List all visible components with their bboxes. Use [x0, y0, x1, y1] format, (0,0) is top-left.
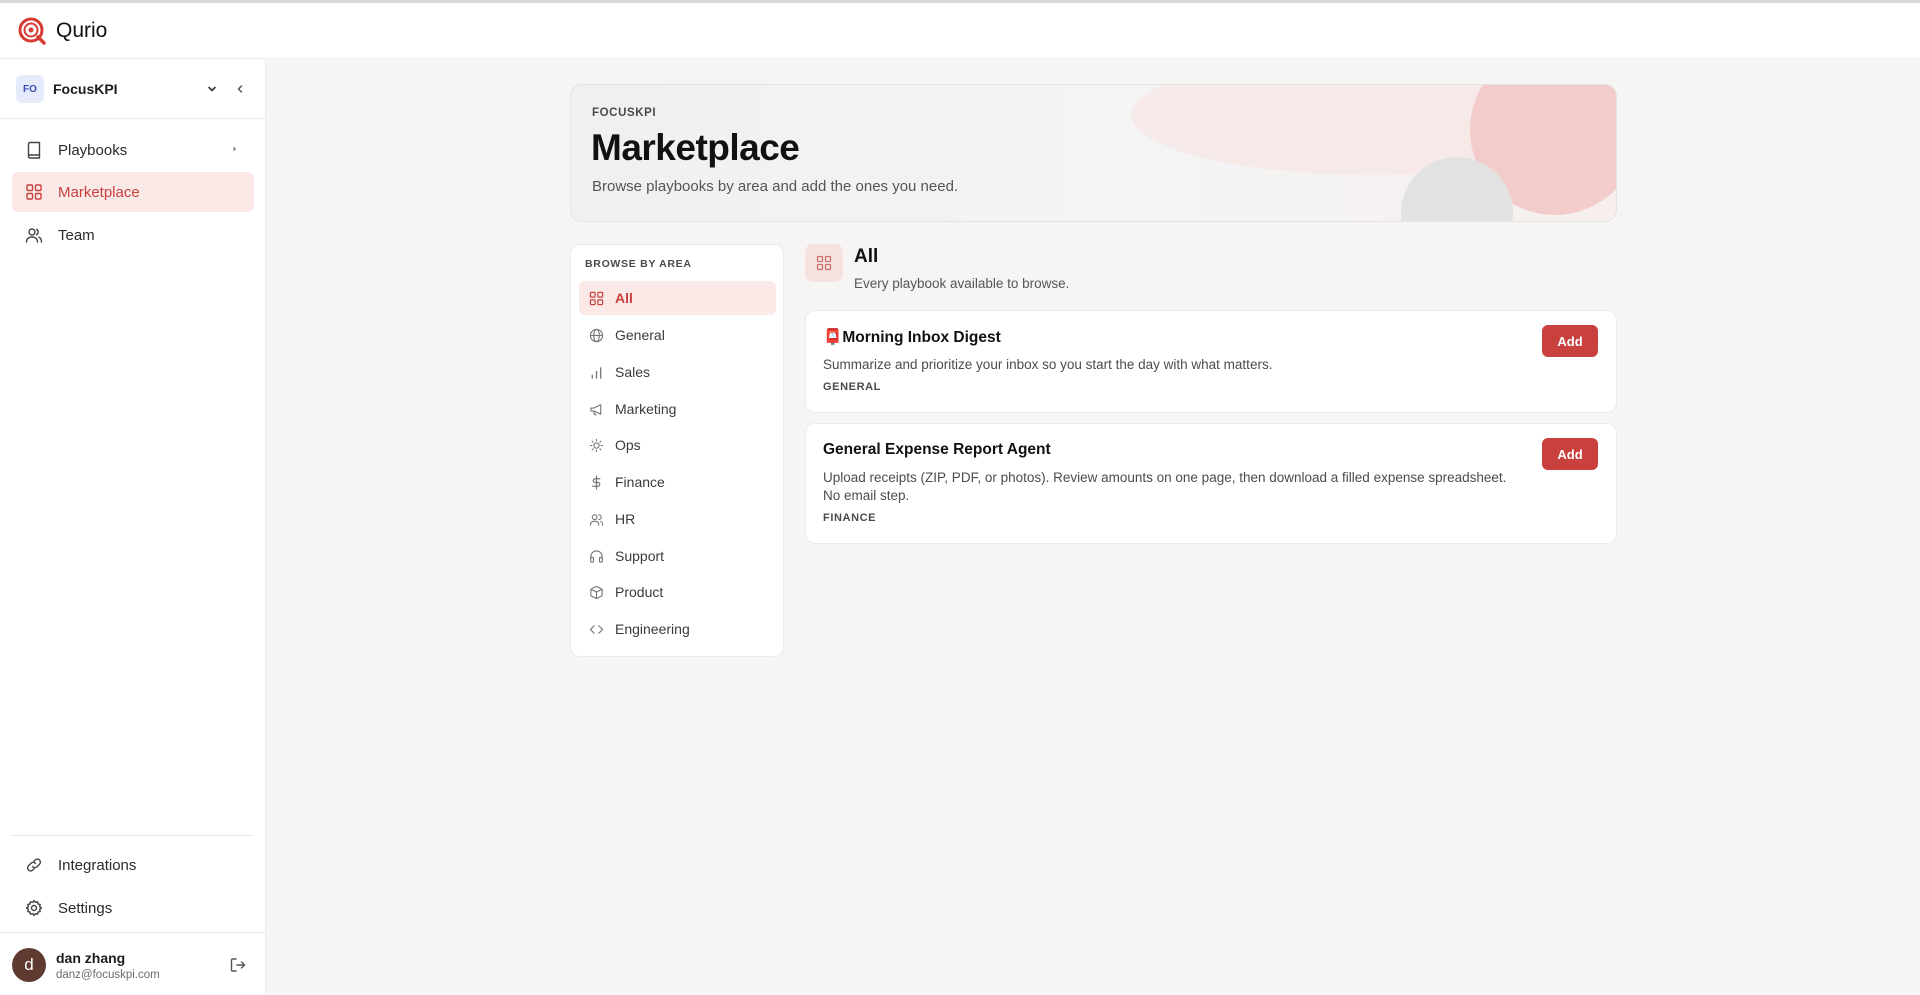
area-item-hr[interactable]: HR [579, 502, 776, 536]
mailbox-emoji-icon: 📮 [823, 329, 843, 346]
panel-heading: BROWSE BY AREA [585, 258, 692, 270]
book-icon [24, 140, 44, 160]
page-header-banner: FOCUSKPI Marketplace Browse playbooks by… [570, 84, 1617, 222]
sidebar-item-label: Marketplace [58, 183, 140, 201]
sidebar-item-label: Playbooks [58, 141, 128, 159]
area-label: Ops [615, 437, 641, 453]
area-item-engineering[interactable]: Engineering [579, 612, 776, 646]
avatar[interactable]: d [12, 948, 46, 982]
area-item-all[interactable]: All [579, 281, 776, 315]
user-email: danz@focuskpi.com [56, 968, 160, 981]
playbook-card: General Expense Report Agent Upload rece… [805, 423, 1617, 544]
user-profile: d dan zhang danz@focuskpi.com [12, 943, 254, 987]
top-bar: Qurio [0, 3, 1920, 59]
playbook-title: 📮Morning Inbox Digest [823, 328, 1001, 347]
box-icon [588, 584, 604, 600]
area-label: HR [615, 511, 636, 527]
code-icon [588, 621, 604, 637]
area-label: General [615, 327, 665, 343]
category-subtitle: Every playbook available to browse. [854, 276, 1070, 291]
sun-icon [588, 437, 604, 453]
area-label: Engineering [615, 621, 690, 637]
logout-icon[interactable] [228, 955, 248, 975]
area-label: All [615, 290, 633, 306]
sidebar-item-label: Settings [58, 899, 113, 917]
bar-chart-icon [588, 364, 604, 380]
area-item-support[interactable]: Support [579, 539, 776, 573]
grid-icon [24, 182, 44, 202]
gear-icon [24, 898, 44, 918]
megaphone-icon [588, 401, 604, 417]
sidebar-item-label: Integrations [58, 856, 137, 874]
category-title: All [854, 246, 879, 267]
sidebar-item-marketplace[interactable]: Marketplace [12, 172, 254, 212]
caret-right-icon [233, 146, 236, 152]
area-label: Product [615, 584, 664, 600]
playbook-description: Summarize and prioritize your inbox so y… [823, 357, 1273, 372]
add-playbook-button[interactable]: Add [1542, 438, 1598, 470]
workspace-badge: FO [16, 75, 44, 103]
sidebar-item-settings[interactable]: Settings [12, 888, 254, 928]
globe-icon [588, 327, 604, 343]
chevron-down-icon[interactable] [202, 79, 222, 99]
page-title: Marketplace [591, 127, 800, 168]
divider [0, 118, 266, 119]
workspace-name: FocusKPI [53, 81, 118, 97]
sidebar-item-team[interactable]: Team [12, 215, 254, 255]
grid-icon [816, 255, 832, 271]
area-label: Sales [615, 364, 651, 380]
area-item-finance[interactable]: Finance [579, 465, 776, 499]
area-item-product[interactable]: Product [579, 575, 776, 609]
browse-by-area-panel: BROWSE BY AREA All General Sales Marketi… [570, 244, 784, 657]
qurio-logo-icon [18, 17, 46, 45]
user-info: dan zhang danz@focuskpi.com [56, 950, 160, 981]
playbook-card: 📮Morning Inbox Digest Summarize and prio… [805, 310, 1617, 413]
playbook-description: Upload receipts (ZIP, PDF, or photos). R… [823, 470, 1507, 503]
workspace-switcher[interactable]: FO FocusKPI [16, 73, 256, 105]
divider [0, 932, 266, 933]
sidebar-item-integrations[interactable]: Integrations [12, 845, 254, 885]
app-title: Qurio [56, 18, 108, 42]
playbook-title-text: Morning Inbox Digest [842, 329, 1001, 346]
link-icon [24, 855, 44, 875]
divider [12, 835, 252, 836]
org-label: FOCUSKPI [592, 107, 657, 119]
playbook-title: General Expense Report Agent [823, 441, 1051, 458]
sidebar: FO FocusKPI Playbooks Marketplace Team I… [0, 59, 266, 995]
add-playbook-button[interactable]: Add [1542, 325, 1598, 357]
area-label: Marketing [615, 401, 677, 417]
area-label: Finance [615, 474, 665, 490]
users-icon [588, 511, 604, 527]
area-label: Support [615, 548, 665, 564]
category-icon [805, 244, 843, 282]
users-icon [24, 225, 44, 245]
chevron-left-icon [237, 85, 243, 93]
headphones-icon [588, 548, 604, 564]
area-item-marketing[interactable]: Marketing [579, 392, 776, 426]
sidebar-item-playbooks[interactable]: Playbooks [12, 130, 254, 170]
user-name: dan zhang [56, 949, 126, 966]
area-item-general[interactable]: General [579, 318, 776, 352]
area-item-sales[interactable]: Sales [579, 355, 776, 389]
dollar-icon [588, 474, 604, 490]
page-subtitle: Browse playbooks by area and add the one… [592, 178, 959, 195]
playbook-area-tag: GENERAL [823, 381, 881, 393]
area-item-ops[interactable]: Ops [579, 428, 776, 462]
playbook-area-tag: FINANCE [823, 512, 877, 524]
grid-icon [588, 290, 604, 306]
collapse-sidebar-button[interactable] [224, 73, 256, 105]
sidebar-item-label: Team [58, 226, 95, 244]
